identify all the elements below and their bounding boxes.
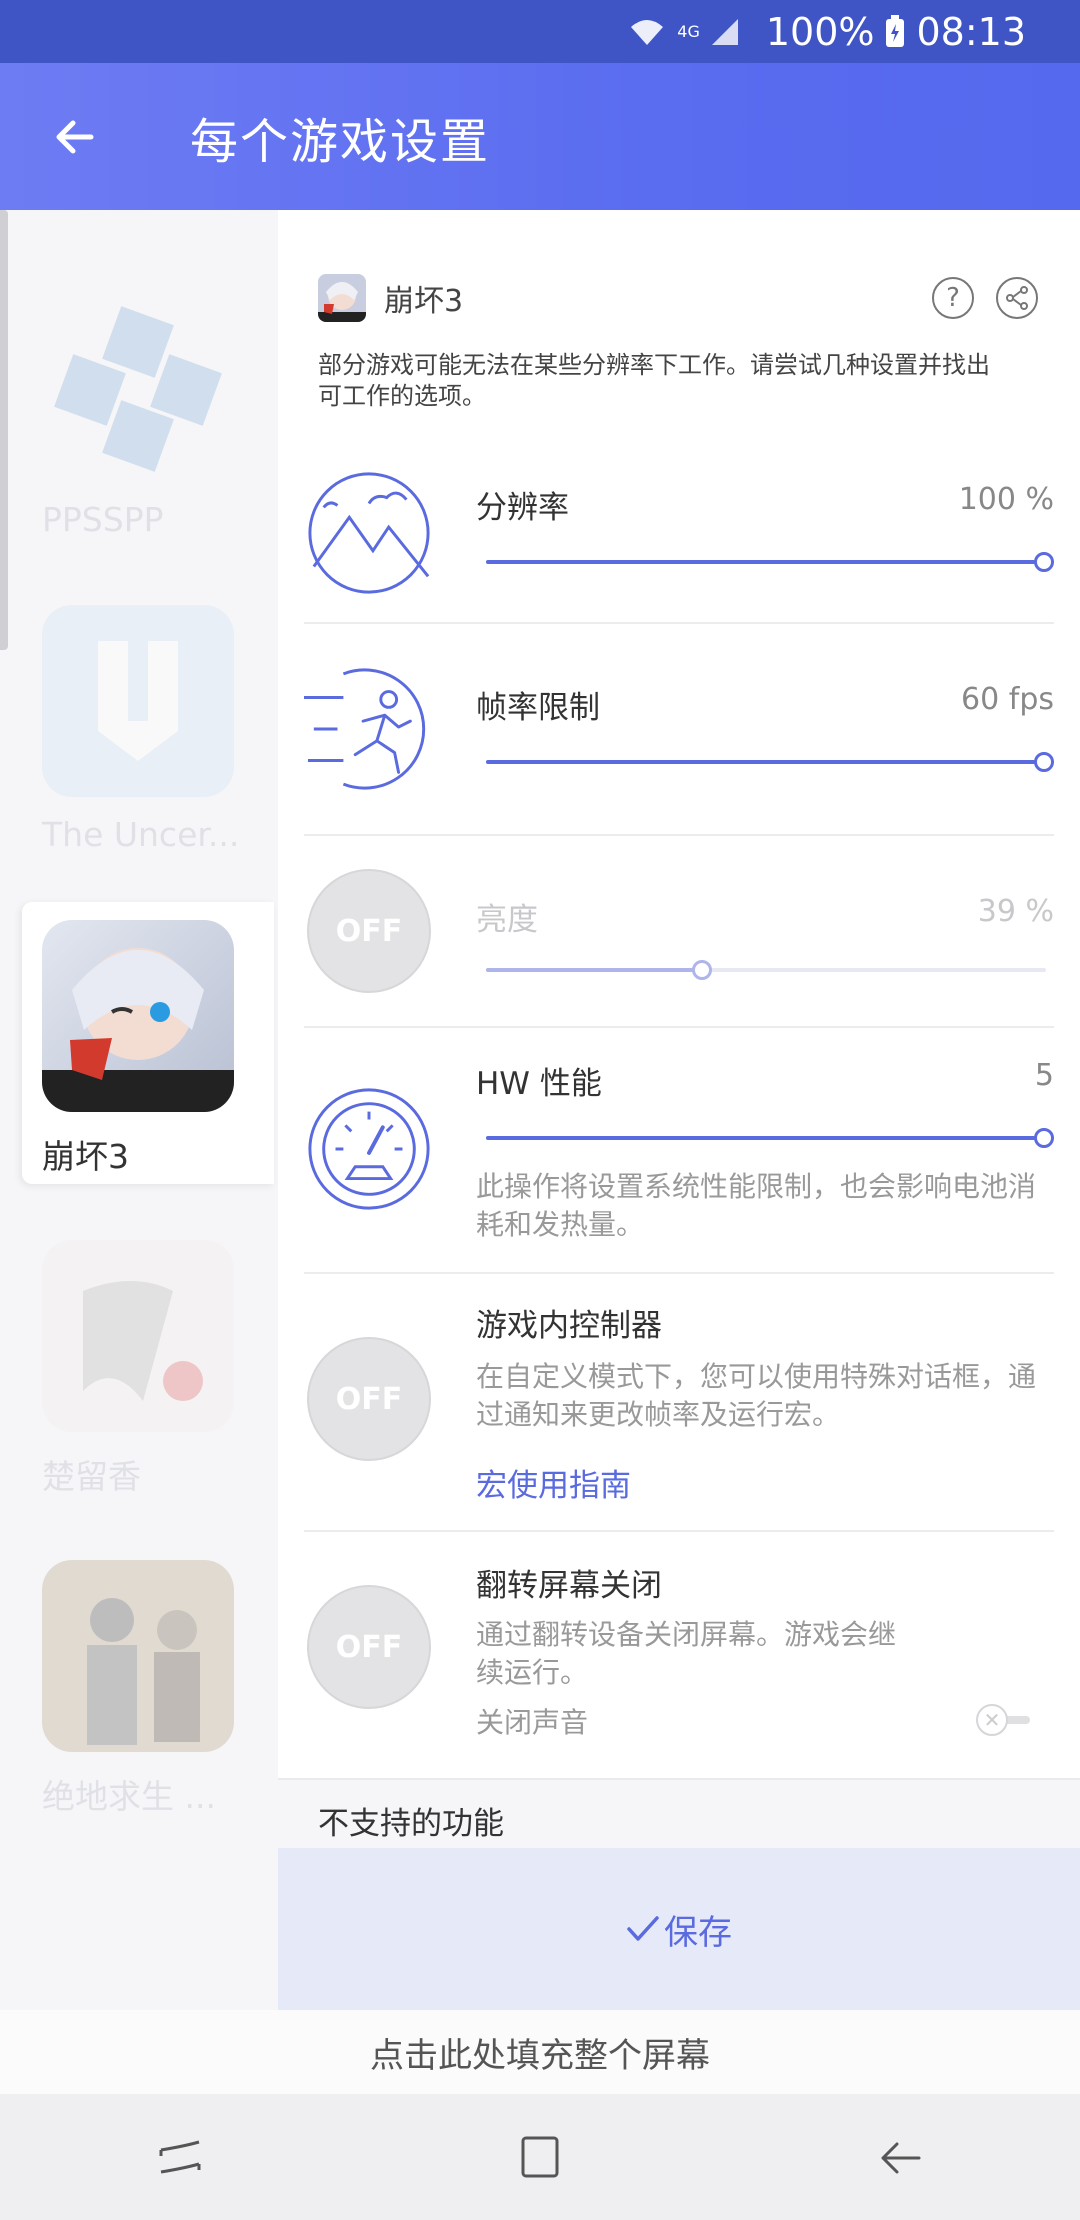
off-badge: OFF bbox=[307, 1337, 431, 1461]
game-item-chuliuxiang[interactable]: 楚留香 bbox=[22, 1240, 274, 1498]
battery-icon bbox=[886, 14, 905, 47]
signal-icon bbox=[711, 18, 738, 45]
slider-knob[interactable] bbox=[1034, 1128, 1054, 1148]
brightness-off-toggle[interactable]: OFF bbox=[304, 866, 434, 996]
game-thumbnail bbox=[42, 920, 234, 1112]
game-thumbnail bbox=[42, 1560, 234, 1752]
game-name: 崩坏3 bbox=[42, 1137, 129, 1176]
back-icon bbox=[881, 2142, 921, 2174]
brightness-label: 亮度 bbox=[476, 902, 538, 938]
brightness-slider[interactable] bbox=[486, 958, 1046, 982]
fps-row: 帧率限制 60 fps bbox=[304, 624, 1054, 836]
game-item-honkai3[interactable]: 崩坏3 bbox=[22, 902, 274, 1184]
mountain-icon bbox=[304, 468, 434, 598]
home-button[interactable] bbox=[480, 2107, 600, 2207]
brightness-value: 39 % bbox=[977, 894, 1054, 929]
network-type-label: 4G bbox=[677, 22, 700, 41]
slider-knob[interactable] bbox=[1034, 752, 1054, 772]
flip-screen-row: OFF 翻转屏幕关闭 通过翻转设备关闭屏幕。游戏会继续运行。 关闭声音 ✕ bbox=[304, 1532, 1054, 1772]
hw-note: 此操作将设置系统性能限制，也会影响电池消耗和发热量。 bbox=[476, 1170, 1037, 1241]
game-item-pubg[interactable]: 绝地求生 ... bbox=[22, 1560, 274, 1818]
app-header: 每个游戏设置 bbox=[0, 63, 1080, 210]
game-item-ppsspp[interactable]: PPSSPP bbox=[22, 290, 274, 539]
panel-description: 部分游戏可能无法在某些分辨率下工作。请尝试几种设置并找出可工作的选项。 bbox=[318, 351, 990, 410]
fill-screen-label: 点击此处填充整个屏幕 bbox=[370, 2035, 710, 2076]
status-bar: 4G 100% 08:13 bbox=[0, 0, 1080, 63]
save-button[interactable]: 保存 bbox=[278, 1848, 1080, 2010]
status-icons: 4G bbox=[627, 15, 740, 49]
panel-header: 崩坏3 ? bbox=[318, 268, 1038, 328]
mute-label: 关闭声音 bbox=[476, 1706, 589, 1739]
help-icon[interactable]: ? bbox=[932, 277, 974, 319]
system-back-button[interactable] bbox=[840, 2107, 960, 2207]
mute-toggle[interactable]: ✕ bbox=[976, 1704, 1040, 1736]
game-thumbnail bbox=[42, 1240, 234, 1432]
fps-slider[interactable] bbox=[486, 750, 1054, 774]
wifi-icon bbox=[631, 19, 664, 45]
game-list: PPSSPP The Uncer... 崩坏3 楚留香 绝地求生 ... bbox=[0, 210, 278, 2010]
navigation-bar bbox=[0, 2094, 1080, 2220]
fill-screen-button[interactable]: 点击此处填充整个屏幕 bbox=[0, 2010, 1080, 2094]
controller-label: 游戏内控制器 bbox=[476, 1308, 662, 1344]
slider-knob[interactable] bbox=[692, 960, 713, 980]
off-badge: OFF bbox=[307, 1585, 431, 1709]
resolution-value: 100 % bbox=[958, 482, 1054, 517]
unsupported-label: 不支持的功能 bbox=[318, 1806, 504, 1842]
fps-label: 帧率限制 bbox=[476, 690, 600, 726]
game-name: The Uncer... bbox=[42, 815, 240, 854]
resolution-label: 分辨率 bbox=[476, 490, 569, 526]
slider-knob[interactable] bbox=[1034, 552, 1054, 572]
flip-label: 翻转屏幕关闭 bbox=[476, 1568, 662, 1604]
resolution-row: 分辨率 100 % bbox=[304, 438, 1054, 624]
home-icon bbox=[521, 2136, 559, 2178]
arrow-left-icon bbox=[56, 120, 94, 153]
controller-off-toggle[interactable]: OFF bbox=[304, 1334, 434, 1464]
fps-value: 60 fps bbox=[961, 682, 1054, 717]
save-label: 保存 bbox=[664, 1912, 732, 1953]
brightness-row: OFF 亮度 39 % bbox=[304, 836, 1054, 1028]
game-settings-panel: 崩坏3 ? 部分游戏可能无法在某些分辨率下工作。请尝试几种设置并找出可工作的选项… bbox=[278, 210, 1080, 1778]
page-title: 每个游戏设置 bbox=[190, 113, 491, 170]
off-badge: OFF bbox=[307, 869, 431, 993]
clock: 08:13 bbox=[916, 9, 1026, 54]
game-mini-thumbnail bbox=[318, 274, 366, 322]
controller-note: 在自定义模式下，您可以使用特殊对话框，通过通知来更改帧率及运行宏。 bbox=[476, 1360, 1037, 1431]
close-icon: ✕ bbox=[976, 1704, 1008, 1736]
unsupported-features-section: 不支持的功能 bbox=[278, 1778, 1080, 1848]
game-item-uncertain[interactable]: The Uncer... bbox=[22, 605, 274, 854]
flip-off-toggle[interactable]: OFF bbox=[304, 1582, 434, 1712]
check-icon bbox=[627, 1916, 659, 1941]
recent-apps-icon bbox=[159, 2140, 201, 2174]
back-button[interactable] bbox=[0, 63, 150, 210]
selected-game-name: 崩坏3 bbox=[384, 284, 464, 319]
running-person-icon bbox=[304, 664, 434, 794]
resolution-slider[interactable] bbox=[486, 550, 1054, 574]
controller-row: OFF 游戏内控制器 在自定义模式下，您可以使用特殊对话框，通过通知来更改帧率及… bbox=[304, 1274, 1054, 1532]
hw-performance-row: HW 性能 5 此操作将设置系统性能限制，也会影响电池消耗和发热量。 bbox=[304, 1028, 1054, 1274]
ppsspp-logo bbox=[42, 290, 234, 482]
hw-slider[interactable] bbox=[486, 1126, 1054, 1150]
game-thumbnail bbox=[42, 605, 234, 797]
game-name: 绝地求生 ... bbox=[42, 1777, 216, 1816]
game-name: 楚留香 bbox=[42, 1457, 141, 1496]
macro-guide-link[interactable]: 宏使用指南 bbox=[476, 1460, 631, 1505]
speedometer-icon bbox=[304, 1084, 434, 1214]
scroll-indicator bbox=[0, 210, 8, 650]
hw-label: HW 性能 bbox=[476, 1066, 602, 1102]
battery-percent: 100% bbox=[765, 9, 875, 54]
flip-note: 通过翻转设备关闭屏幕。游戏会继续运行。 bbox=[476, 1618, 897, 1689]
share-icon[interactable] bbox=[996, 277, 1038, 319]
recent-apps-button[interactable] bbox=[120, 2107, 240, 2207]
hw-value: 5 bbox=[1034, 1058, 1054, 1093]
game-name: PPSSPP bbox=[42, 500, 164, 539]
